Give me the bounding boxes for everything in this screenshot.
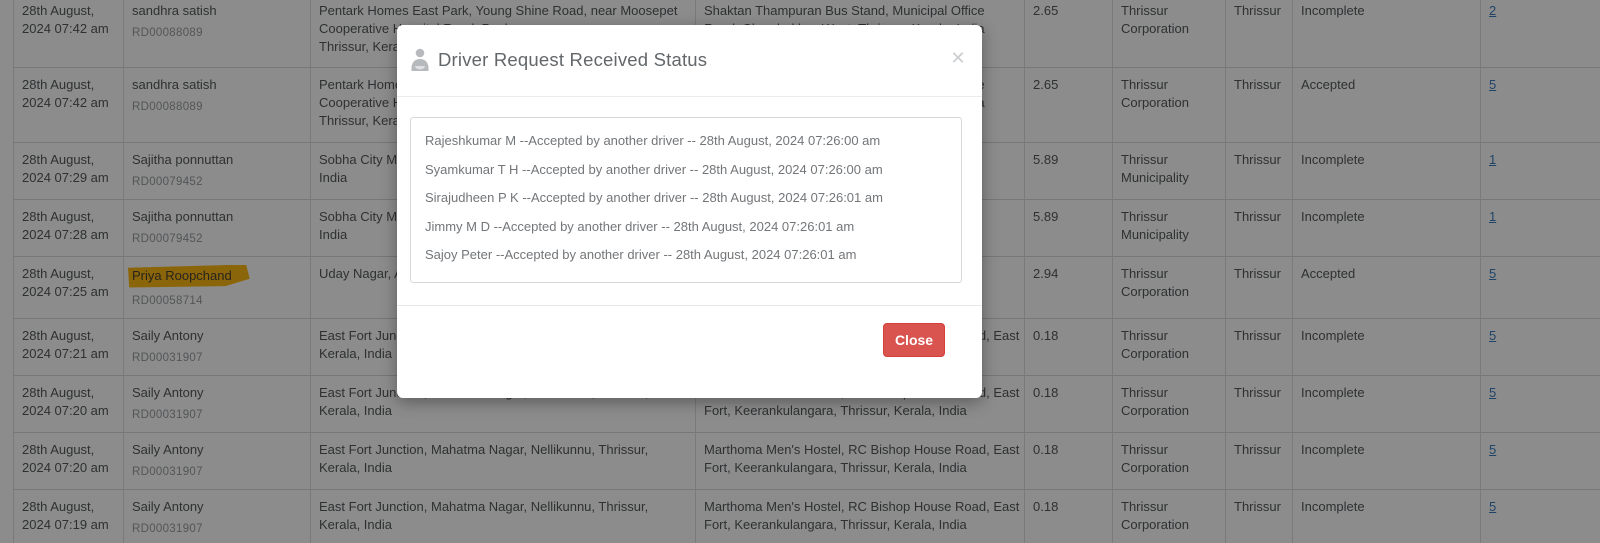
modal-footer-divider: [397, 305, 982, 306]
driver-person-icon: [410, 48, 430, 74]
driver-request-status-modal: Driver Request Received Status ✕ Rajeshk…: [397, 25, 982, 398]
driver-status-item: Syamkumar T H --Accepted by another driv…: [425, 156, 947, 185]
driver-status-item: Rajeshkumar M --Accepted by another driv…: [425, 127, 947, 156]
close-button[interactable]: Close: [883, 323, 945, 357]
close-icon[interactable]: ✕: [947, 47, 969, 69]
driver-status-item: Sajoy Peter --Accepted by another driver…: [425, 241, 947, 270]
modal-header: Driver Request Received Status ✕: [397, 25, 982, 97]
driver-status-list: Rajeshkumar M --Accepted by another driv…: [410, 117, 962, 283]
driver-status-item: Jimmy M D --Accepted by another driver -…: [425, 213, 947, 242]
modal-title: Driver Request Received Status: [438, 49, 707, 71]
ride-requests-page: 28th August, 2024 07:42 am sandhra satis…: [0, 0, 1600, 543]
driver-status-item: Sirajudheen P K --Accepted by another dr…: [425, 184, 947, 213]
